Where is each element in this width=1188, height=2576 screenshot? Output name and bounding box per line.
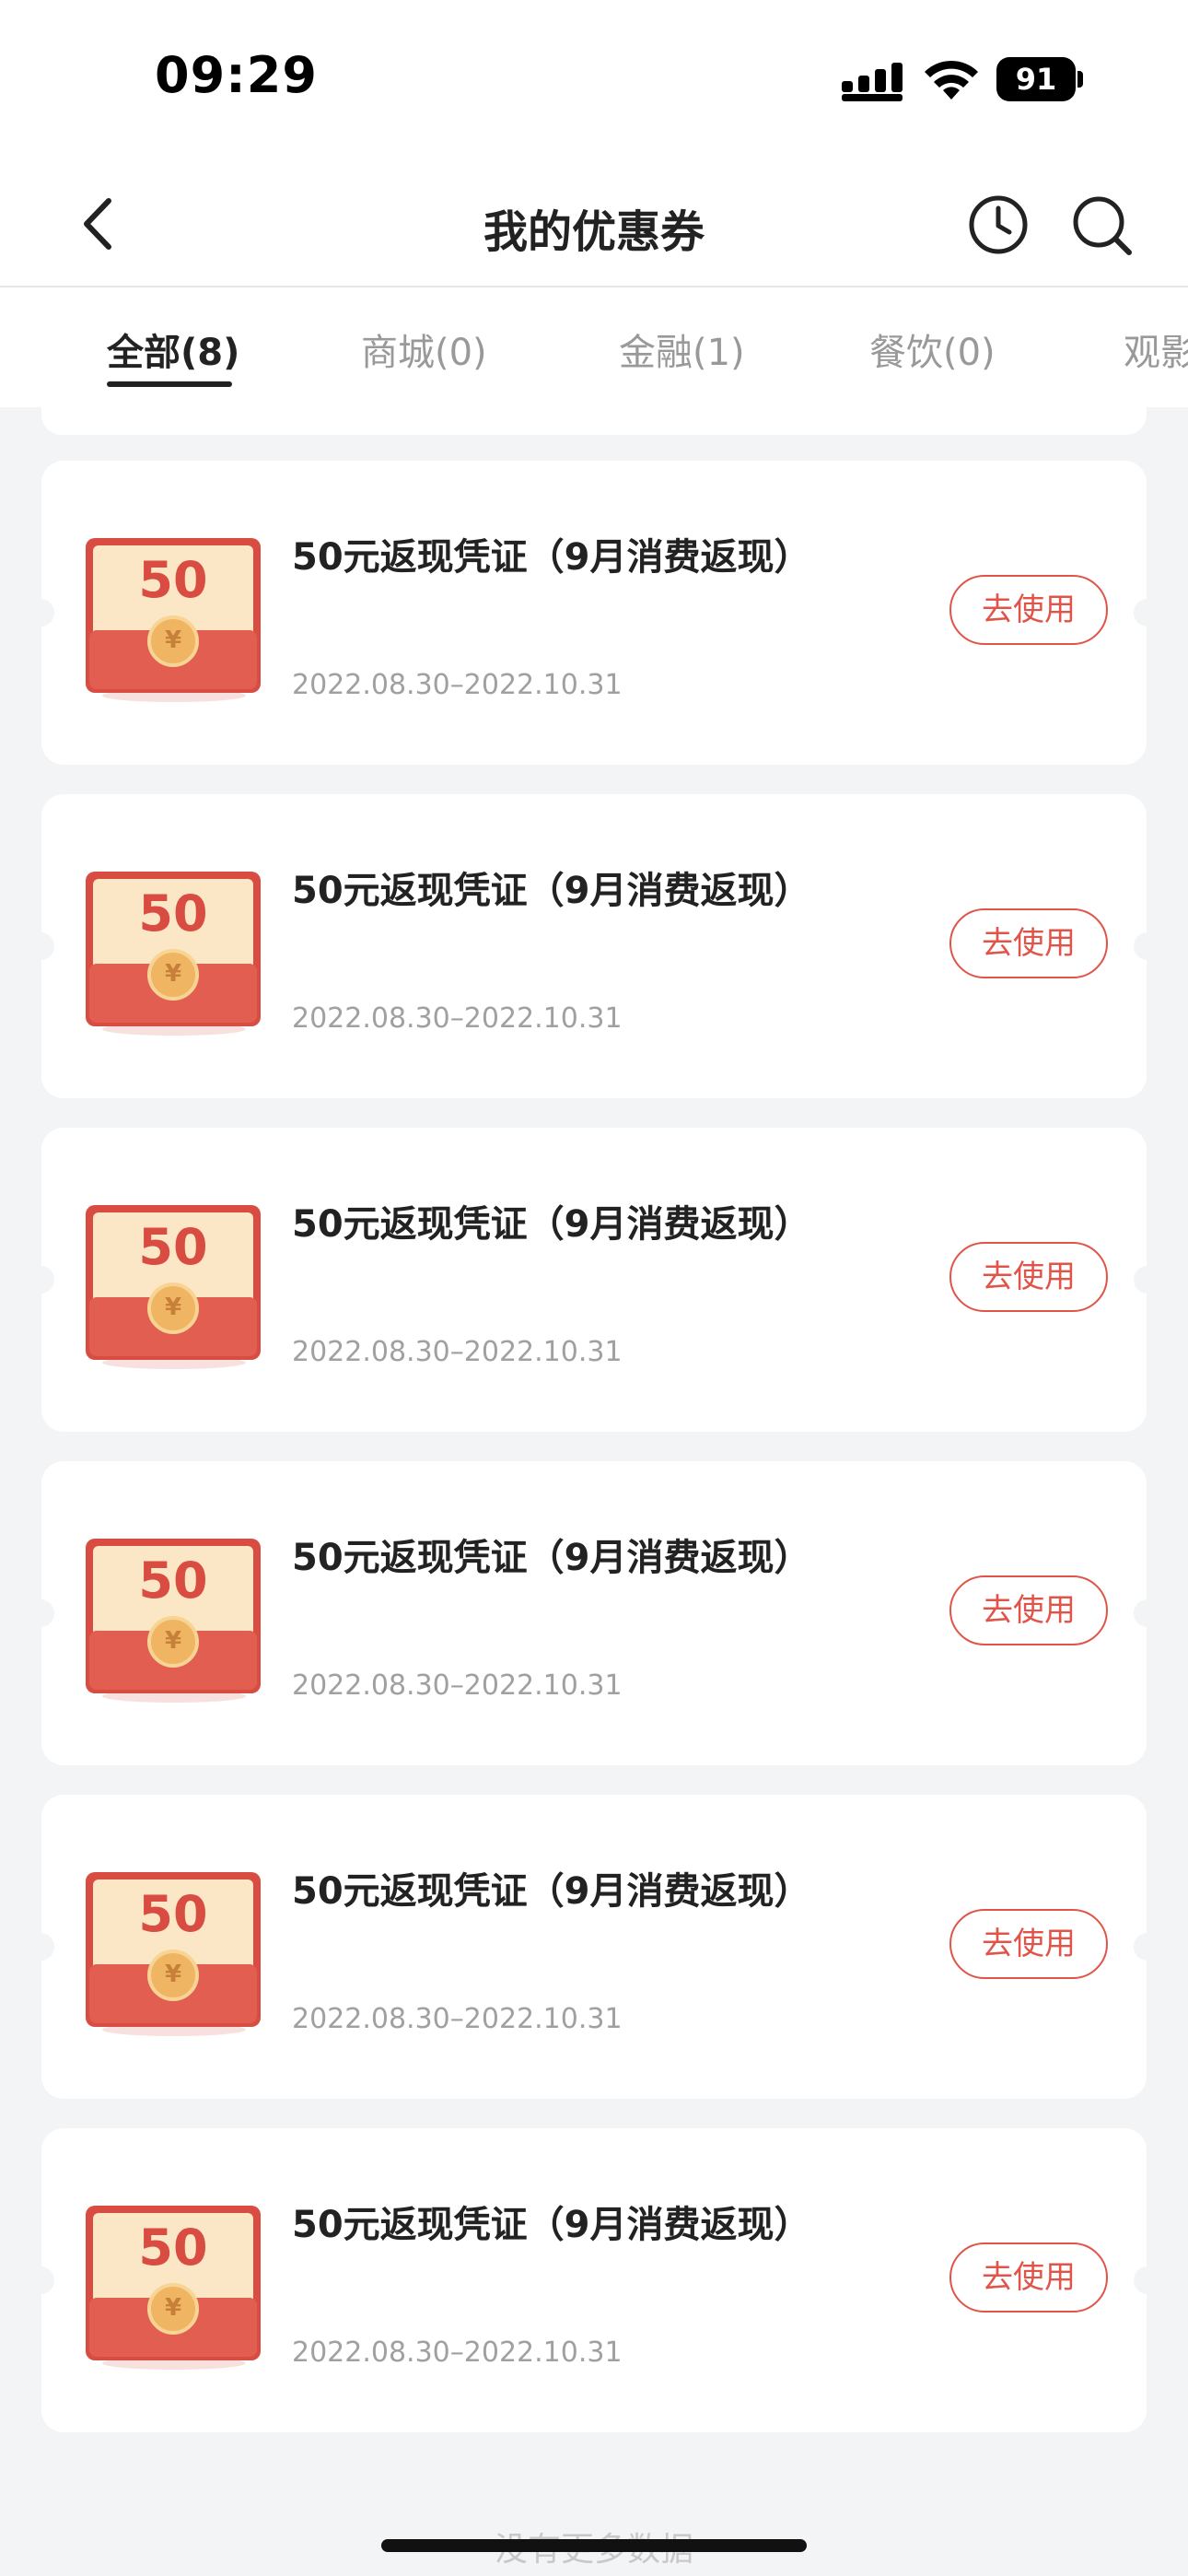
coupon-amount: 50 <box>138 884 208 943</box>
coupon-validity: 2022.08.30–2022.10.31 <box>292 2336 623 2369</box>
card-notch <box>27 1599 54 1627</box>
nav-bar: 我的优惠券 <box>0 157 1188 287</box>
coupon-title: 50元返现凭证（9月消费返现） <box>292 870 811 912</box>
use-coupon-button[interactable]: 去使用 <box>949 1909 1108 1979</box>
use-coupon-button[interactable]: 去使用 <box>949 2242 1108 2313</box>
card-notch <box>1134 932 1161 960</box>
coupon-card[interactable]: 50 ¥ 50元返现凭证（9月消费返现） 2022.08.30–2022.10.… <box>27 1461 1161 1765</box>
history-clock-icon[interactable] <box>967 193 1030 256</box>
tab-dining[interactable]: 餐饮(0) <box>869 322 996 376</box>
coupon-card[interactable]: 50 ¥ 50元返现凭证（9月消费返现） 2022.08.30–2022.10.… <box>27 794 1161 1098</box>
yuan-coin-icon: ¥ <box>147 615 199 667</box>
coupon-validity: 2022.08.30–2022.10.31 <box>292 2003 623 2035</box>
yuan-coin-icon: ¥ <box>147 1282 199 1334</box>
coupon-amount: 50 <box>138 1551 208 1610</box>
red-envelope-icon: 50 ¥ <box>86 1205 261 1369</box>
search-icon[interactable] <box>1070 193 1135 258</box>
category-tabs: 全部(8) 商城(0) 金融(1) 餐饮(0) 观影 <box>0 287 1188 407</box>
card-notch <box>27 1933 54 1961</box>
coupon-card[interactable]: 50 ¥ 50元返现凭证（9月消费返现） 2022.08.30–2022.10.… <box>27 1795 1161 2099</box>
card-notch <box>27 1266 54 1294</box>
use-coupon-button[interactable]: 去使用 <box>949 908 1108 978</box>
yuan-coin-icon: ¥ <box>147 1616 199 1668</box>
use-coupon-button[interactable]: 去使用 <box>949 575 1108 645</box>
wifi-icon <box>925 60 978 100</box>
status-bar: 09:29 91 <box>0 0 1188 157</box>
coupon-list: 50 ¥ 50元返现凭证（9月消费返现） 2022.08.30–2022.10.… <box>0 407 1188 2576</box>
use-coupon-button[interactable]: 去使用 <box>949 1575 1108 1645</box>
coupon-validity: 2022.08.30–2022.10.31 <box>292 1669 623 1702</box>
tab-finance[interactable]: 金融(1) <box>619 322 745 376</box>
card-notch <box>1134 1599 1161 1627</box>
cellular-signal-icon <box>842 63 903 101</box>
coupon-amount: 50 <box>138 1218 208 1276</box>
card-notch <box>27 2266 54 2294</box>
coupon-validity: 2022.08.30–2022.10.31 <box>292 669 623 701</box>
card-notch <box>27 599 54 626</box>
coupon-amount: 50 <box>138 1885 208 1943</box>
active-tab-indicator <box>107 381 232 387</box>
coupon-title: 50元返现凭证（9月消费返现） <box>292 1870 811 1913</box>
home-indicator[interactable] <box>381 2539 807 2552</box>
status-time: 09:29 <box>155 46 318 104</box>
use-coupon-button[interactable]: 去使用 <box>949 1242 1108 1312</box>
coupon-validity: 2022.08.30–2022.10.31 <box>292 1336 623 1368</box>
coupon-card[interactable]: 50 ¥ 50元返现凭证（9月消费返现） 2022.08.30–2022.10.… <box>27 2128 1161 2432</box>
red-envelope-icon: 50 ¥ <box>86 1539 261 1703</box>
coupon-validity: 2022.08.30–2022.10.31 <box>292 1002 623 1035</box>
red-envelope-icon: 50 ¥ <box>86 1872 261 2036</box>
card-notch <box>1134 2266 1161 2294</box>
card-notch <box>27 932 54 960</box>
coupon-title: 50元返现凭证（9月消费返现） <box>292 2204 811 2246</box>
tab-movies[interactable]: 观影 <box>1124 322 1188 376</box>
coupon-amount: 50 <box>138 551 208 609</box>
card-notch <box>1134 1266 1161 1294</box>
battery-level: 91 <box>1015 62 1057 97</box>
red-envelope-icon: 50 ¥ <box>86 538 261 702</box>
coupon-card[interactable]: 50 ¥ 50元返现凭证（9月消费返现） 2022.08.30–2022.10.… <box>27 461 1161 765</box>
coupon-title: 50元返现凭证（9月消费返现） <box>292 1537 811 1579</box>
yuan-coin-icon: ¥ <box>147 1950 199 2001</box>
red-envelope-icon: 50 ¥ <box>86 2206 261 2370</box>
tab-mall[interactable]: 商城(0) <box>361 322 487 376</box>
card-notch <box>1134 599 1161 626</box>
coupon-title: 50元返现凭证（9月消费返现） <box>292 536 811 579</box>
yuan-coin-icon: ¥ <box>147 2283 199 2335</box>
coupon-title: 50元返现凭证（9月消费返现） <box>292 1203 811 1246</box>
battery-icon: 91 <box>996 57 1085 101</box>
yuan-coin-icon: ¥ <box>147 949 199 1001</box>
coupon-card[interactable]: 50 ¥ 50元返现凭证（9月消费返现） 2022.08.30–2022.10.… <box>27 1128 1161 1432</box>
coupon-card-partial <box>41 407 1147 435</box>
card-notch <box>1134 1933 1161 1961</box>
coupon-amount: 50 <box>138 2219 208 2277</box>
red-envelope-icon: 50 ¥ <box>86 872 261 1036</box>
tab-all[interactable]: 全部(8) <box>107 322 239 376</box>
